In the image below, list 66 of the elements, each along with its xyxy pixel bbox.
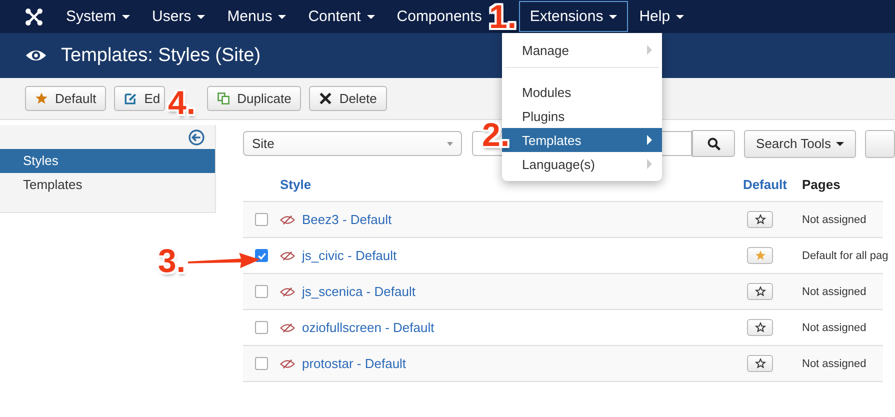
nav-menu-item[interactable]: System xyxy=(55,1,142,32)
nav-menu-item[interactable]: Extensions xyxy=(518,1,628,32)
nav-menu-item[interactable]: Content xyxy=(297,1,386,32)
star-outline-icon xyxy=(754,358,766,369)
search-button[interactable] xyxy=(692,130,735,157)
toolbar-button[interactable]: Delete xyxy=(309,86,387,111)
toolbar-button[interactable]: Default xyxy=(25,86,106,111)
column-header[interactable]: Default xyxy=(725,176,795,192)
default-toggle[interactable] xyxy=(747,211,773,228)
style-link[interactable]: js_scenica - Default xyxy=(302,284,416,299)
star-outline-icon xyxy=(754,214,766,225)
menu-item[interactable]: Language(s) xyxy=(502,152,662,176)
column-header: Pages xyxy=(802,176,840,192)
page-title: Templates: Styles (Site) xyxy=(61,44,261,66)
callout-number: 3. xyxy=(158,244,186,277)
edit-icon xyxy=(124,92,138,105)
search-tools-button[interactable]: Search Tools xyxy=(744,130,856,158)
nav-menu-item[interactable]: Menus xyxy=(216,1,298,32)
style-link[interactable]: js_civic - Default xyxy=(302,248,397,263)
row-checkbox[interactable] xyxy=(255,249,268,262)
nav-menu-item[interactable]: Help xyxy=(628,1,696,32)
table-cell: Not assigned xyxy=(802,358,866,370)
collapse-icon[interactable] xyxy=(188,128,205,146)
eye-slash-icon xyxy=(280,322,295,332)
default-toggle[interactable] xyxy=(747,247,773,264)
row-checkbox[interactable] xyxy=(255,213,268,226)
default-toggle[interactable] xyxy=(747,319,773,336)
nav-menu-item[interactable]: Users xyxy=(141,1,216,32)
eye-icon xyxy=(25,48,47,63)
sidebar-item[interactable]: Styles xyxy=(0,149,215,173)
default-toggle[interactable] xyxy=(747,355,773,372)
row-checkbox[interactable] xyxy=(255,285,268,298)
star-outline-icon xyxy=(754,286,766,297)
caret-icon xyxy=(447,142,453,146)
eye-slash-icon xyxy=(280,358,295,368)
menu-item[interactable]: Manage xyxy=(502,38,662,62)
table-cell: Default for all pag xyxy=(802,250,888,262)
style-link[interactable]: Beez3 - Default xyxy=(302,212,392,227)
eye-slash-icon xyxy=(280,286,295,296)
toolbar-button[interactable]: Ed xyxy=(114,86,166,111)
callout-number: 1. xyxy=(489,0,517,33)
star-icon xyxy=(35,92,48,105)
star-icon xyxy=(754,250,766,261)
menu-item[interactable]: Plugins xyxy=(502,104,662,128)
search-icon xyxy=(706,136,720,150)
style-link[interactable]: oziofullscreen - Default xyxy=(302,320,434,335)
table-cell: Not assigned xyxy=(802,214,866,226)
row-checkbox[interactable] xyxy=(255,321,268,334)
table-cell: Not assigned xyxy=(802,286,866,298)
menu-item[interactable]: Modules xyxy=(502,80,662,104)
eye-slash-icon xyxy=(280,250,295,260)
default-toggle[interactable] xyxy=(747,283,773,300)
star-outline-icon xyxy=(754,322,766,333)
toolbar-button[interactable]: Duplicate xyxy=(207,86,302,111)
copy-icon xyxy=(217,92,230,105)
close-icon xyxy=(319,92,332,105)
style-link[interactable]: protostar - Default xyxy=(302,356,406,371)
callout-number: 4. xyxy=(168,86,196,119)
table-cell: Not assigned xyxy=(802,322,866,334)
client-select[interactable]: Site xyxy=(243,131,462,156)
sidebar-item[interactable]: Templates xyxy=(0,173,215,197)
eye-slash-icon xyxy=(280,214,295,224)
column-header[interactable]: Style xyxy=(280,176,725,192)
row-checkbox[interactable] xyxy=(255,357,268,370)
logo-icon[interactable] xyxy=(25,8,43,26)
caret-icon xyxy=(836,142,844,146)
